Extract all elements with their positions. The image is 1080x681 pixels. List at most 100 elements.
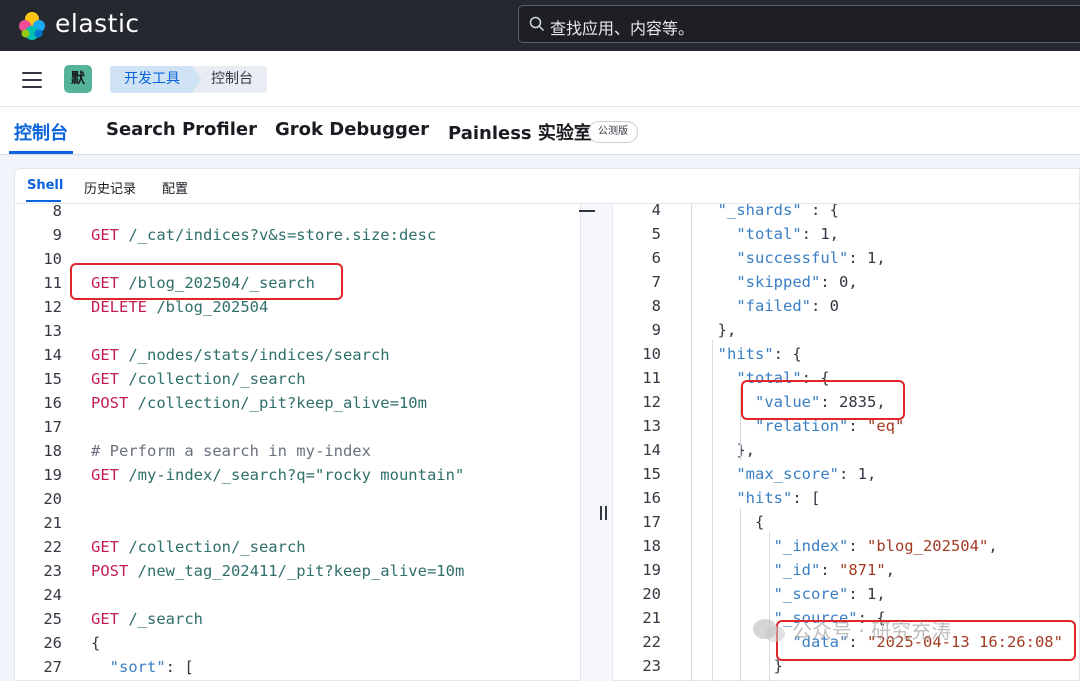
code-line: "_shards" : { (699, 204, 839, 222)
line-number: 17 (642, 513, 661, 531)
code-line: POST /collection/_pit?keep_alive=10m (91, 391, 427, 415)
code-token: 1 (866, 249, 877, 267)
code-line: # Perform a search in my-index (91, 439, 371, 463)
menu-icon[interactable] (22, 72, 42, 88)
line-number: 23 (642, 657, 661, 675)
code-token: /collection/_search (119, 370, 306, 388)
tab-grok-debugger[interactable]: Grok Debugger (275, 119, 429, 140)
line-number: 26 (43, 634, 62, 652)
line-number: 12 (43, 298, 62, 316)
code-token: , (988, 537, 998, 555)
code-token: 1 (866, 585, 877, 603)
code-token: "_shards" (717, 204, 802, 219)
line-number: 20 (642, 585, 661, 603)
code-token: : (848, 585, 867, 603)
active-tab-indicator (9, 151, 73, 154)
tab-search-profiler[interactable]: Search Profiler (106, 119, 257, 140)
line-number: 22 (642, 633, 661, 651)
resize-handle-icon[interactable] (600, 506, 608, 522)
elastic-logo-icon[interactable] (16, 10, 48, 42)
code-token: : { (801, 204, 839, 219)
code-token: 1 (820, 225, 830, 243)
subtab-history[interactable]: 历史记录 (84, 178, 136, 197)
code-token: GET (91, 346, 119, 364)
code-token: "hits" (717, 345, 774, 363)
highlight-total-value (741, 380, 905, 420)
code-token: : (838, 465, 858, 483)
code-token: # Perform a search in my-index (91, 442, 371, 460)
code-token: "sort" (109, 658, 166, 676)
code-token: GET (91, 466, 119, 484)
request-scrollbar[interactable] (579, 210, 595, 212)
line-number: 9 (52, 226, 62, 244)
line-number: 12 (642, 393, 661, 411)
line-number: 15 (43, 370, 62, 388)
code-token: }, (699, 321, 737, 339)
code-line: GET /_nodes/stats/indices/search (91, 343, 390, 367)
line-number: 15 (642, 465, 661, 483)
code-line: "_score": 1, (699, 582, 886, 606)
search-placeholder: 查找应用、内容等。 (550, 19, 695, 38)
line-number: 19 (642, 561, 661, 579)
code-token: , (885, 561, 896, 579)
brand-name: elastic (55, 9, 140, 38)
code-token: /new_tag_202411/_pit?keep_alive=10m (128, 562, 465, 580)
code-line: GET /_search (91, 607, 203, 631)
code-token: "_index" (773, 537, 849, 555)
code-line: "_index": "blog_202504", (699, 534, 998, 558)
code-token: /_nodes/stats/indices/search (119, 346, 390, 364)
code-token: : (801, 225, 821, 243)
line-number: 25 (43, 610, 62, 628)
active-subtab-indicator (26, 200, 61, 202)
tab-painless-lab[interactable]: Painless 实验室 (448, 119, 592, 145)
global-search-input[interactable]: 查找应用、内容等。 (518, 5, 1080, 43)
code-token: GET (91, 370, 119, 388)
line-number: 4 (651, 204, 661, 219)
code-token: : (848, 537, 867, 555)
code-token: /_search (119, 610, 203, 628)
line-number: 17 (43, 418, 62, 436)
response-editor[interactable]: 4 "_shards" : {5 "total": 1, 6 "successfu… (613, 204, 1080, 681)
code-token: 0 (829, 297, 839, 315)
line-number: 5 (651, 225, 661, 243)
line-number: 7 (651, 273, 661, 291)
code-token: , (876, 585, 886, 603)
line-number: 21 (642, 609, 661, 627)
line-number: 11 (642, 369, 661, 387)
line-number: 27 (43, 658, 62, 676)
line-number: 24 (43, 586, 62, 604)
code-token: "871" (839, 561, 886, 579)
code-line: "hits": [ (699, 486, 820, 510)
code-token: "total" (736, 225, 802, 243)
code-token: /collection/_search (119, 538, 306, 556)
indent-guide (712, 340, 713, 681)
code-token: "hits" (736, 489, 793, 507)
code-token: , (848, 273, 858, 291)
editor-divider[interactable] (580, 204, 613, 681)
code-token: : (820, 561, 839, 579)
code-token: DELETE (91, 298, 147, 316)
code-line: POST /new_tag_202411/_pit?keep_alive=10m (91, 559, 464, 583)
code-line: GET /collection/_search (91, 367, 306, 391)
code-token: , (829, 225, 840, 243)
subtab-shell[interactable]: Shell (27, 178, 63, 193)
line-number: 14 (642, 441, 661, 459)
subtab-config[interactable]: 配置 (162, 178, 188, 197)
tab-console[interactable]: 控制台 (14, 119, 68, 145)
space-avatar[interactable]: 默 (64, 65, 92, 93)
line-number: 21 (43, 514, 62, 532)
code-line: }, (699, 438, 755, 462)
code-token: { (699, 513, 765, 531)
code-line: }, (699, 318, 737, 342)
code-token: 0 (839, 273, 849, 291)
breadcrumb-dev-tools[interactable]: 开发工具 (110, 66, 202, 93)
